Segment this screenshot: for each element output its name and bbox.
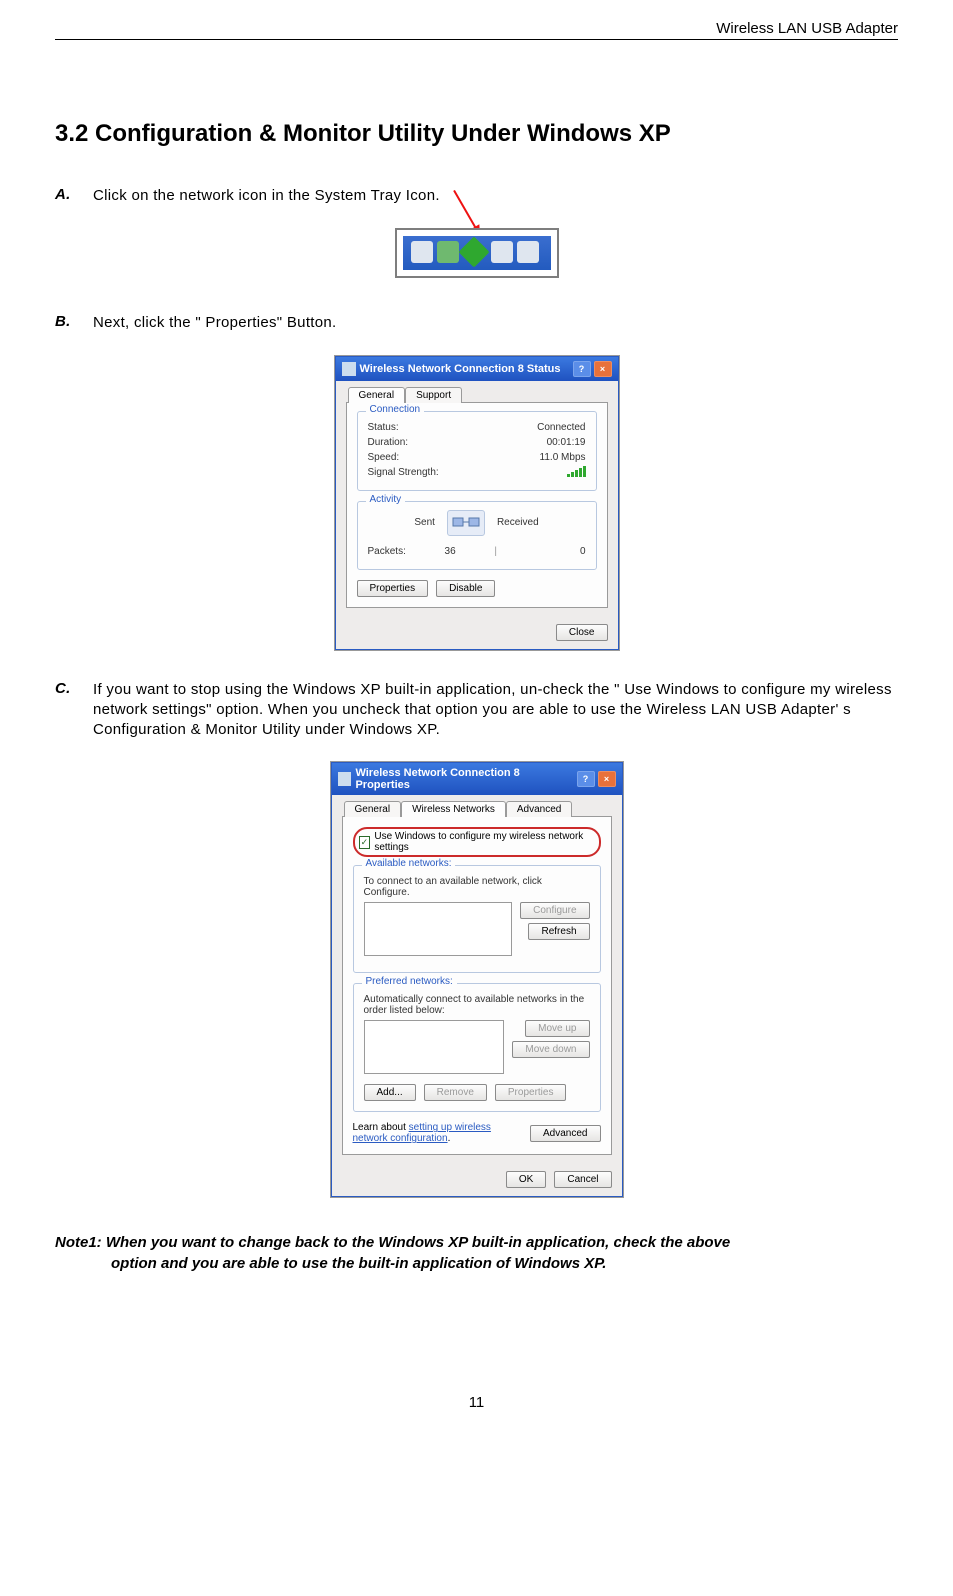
list-label-b: B. [55, 313, 93, 333]
list-item-b: B. Next, click the " Properties" Button. [55, 313, 898, 333]
available-note: To connect to an available network, clic… [364, 876, 590, 898]
tab-advanced[interactable]: Advanced [506, 801, 572, 817]
properties-button[interactable]: Properties [495, 1084, 567, 1101]
list-label-c: C. [55, 680, 93, 741]
tray-icon-generic[interactable] [437, 241, 459, 263]
preferred-networks-list[interactable] [364, 1020, 505, 1074]
help-button[interactable]: ? [573, 361, 591, 377]
packets-label: Packets: [368, 546, 406, 557]
disable-button[interactable]: Disable [436, 580, 495, 597]
sent-label: Sent [414, 517, 435, 528]
tab-general[interactable]: General [344, 801, 402, 817]
list-item-a: A. Click on the network icon in the Syst… [55, 186, 898, 206]
page-number: 11 [55, 1394, 898, 1411]
available-networks-list[interactable] [364, 902, 513, 956]
list-text-a: Click on the network icon in the System … [93, 186, 898, 206]
packets-received: 0 [497, 546, 586, 557]
close-dialog-button[interactable]: Close [556, 624, 608, 641]
note1: Note1: When you want to change back to t… [55, 1233, 898, 1274]
list-text-c: If you want to stop using the Windows XP… [93, 680, 898, 741]
move-down-button[interactable]: Move down [512, 1041, 589, 1058]
figure-properties-dialog: Wireless Network Connection 8 Properties… [55, 762, 898, 1197]
group-activity: Activity [366, 494, 406, 505]
tray-icon-generic[interactable] [411, 241, 433, 263]
dialog-titlebar: Wireless Network Connection 8 Status ? × [336, 357, 618, 381]
use-windows-checkbox-highlight: ✓ Use Windows to configure my wireless n… [353, 827, 601, 857]
dialog-titlebar: Wireless Network Connection 8 Properties… [332, 763, 622, 795]
signal-label: Signal Strength: [368, 467, 439, 478]
ok-button[interactable]: OK [506, 1171, 546, 1188]
tab-general[interactable]: General [348, 387, 406, 403]
configure-button[interactable]: Configure [520, 902, 589, 919]
packets-sent: 36 [406, 546, 495, 557]
page-header: Wireless LAN USB Adapter [55, 20, 898, 40]
list-label-a: A. [55, 186, 93, 206]
section-title: 3.2 Configuration & Monitor Utility Unde… [55, 120, 898, 148]
close-button[interactable]: × [598, 771, 616, 787]
dialog-title-text: Wireless Network Connection 8 Status [360, 363, 561, 375]
help-button[interactable]: ? [577, 771, 595, 787]
system-tray [395, 228, 559, 278]
tray-network-icon[interactable] [491, 241, 513, 263]
signal-strength-icon [567, 467, 586, 477]
learn-about-text: Learn about setting up wireless network … [353, 1122, 523, 1144]
status-label: Status: [368, 422, 399, 433]
cancel-button[interactable]: Cancel [554, 1171, 611, 1188]
properties-button[interactable]: Properties [357, 580, 429, 597]
use-windows-label: Use Windows to configure my wireless net… [374, 831, 594, 853]
network-icon [338, 772, 352, 786]
group-available: Available networks: [362, 858, 456, 869]
list-text-b: Next, click the " Properties" Button. [93, 313, 898, 333]
use-windows-checkbox[interactable]: ✓ [359, 836, 371, 849]
duration-label: Duration: [368, 437, 409, 448]
remove-button[interactable]: Remove [424, 1084, 487, 1101]
tab-wireless-networks[interactable]: Wireless Networks [401, 801, 506, 817]
received-label: Received [497, 517, 539, 528]
figure-status-dialog: Wireless Network Connection 8 Status ? ×… [55, 356, 898, 650]
dialog-title-text: Wireless Network Connection 8 Properties [355, 767, 576, 791]
list-item-c: C. If you want to stop using the Windows… [55, 680, 898, 741]
tab-support[interactable]: Support [405, 387, 462, 403]
group-connection: Connection [366, 404, 425, 415]
properties-dialog: Wireless Network Connection 8 Properties… [331, 762, 623, 1197]
move-up-button[interactable]: Move up [525, 1020, 589, 1037]
group-preferred: Preferred networks: [362, 976, 457, 987]
preferred-note: Automatically connect to available netwo… [364, 994, 590, 1016]
close-button[interactable]: × [594, 361, 612, 377]
tray-icon-generic[interactable] [517, 241, 539, 263]
speed-value: 11.0 Mbps [540, 452, 586, 463]
tray-icon-diamond[interactable] [458, 237, 489, 268]
status-dialog: Wireless Network Connection 8 Status ? ×… [335, 356, 619, 650]
activity-icon [447, 510, 485, 536]
refresh-button[interactable]: Refresh [528, 923, 589, 940]
advanced-button[interactable]: Advanced [530, 1125, 600, 1142]
add-button[interactable]: Add... [364, 1084, 416, 1101]
duration-value: 00:01:19 [547, 437, 586, 448]
figure-systray [55, 228, 898, 283]
speed-label: Speed: [368, 452, 400, 463]
network-icon [342, 362, 356, 376]
status-value: Connected [537, 422, 585, 433]
